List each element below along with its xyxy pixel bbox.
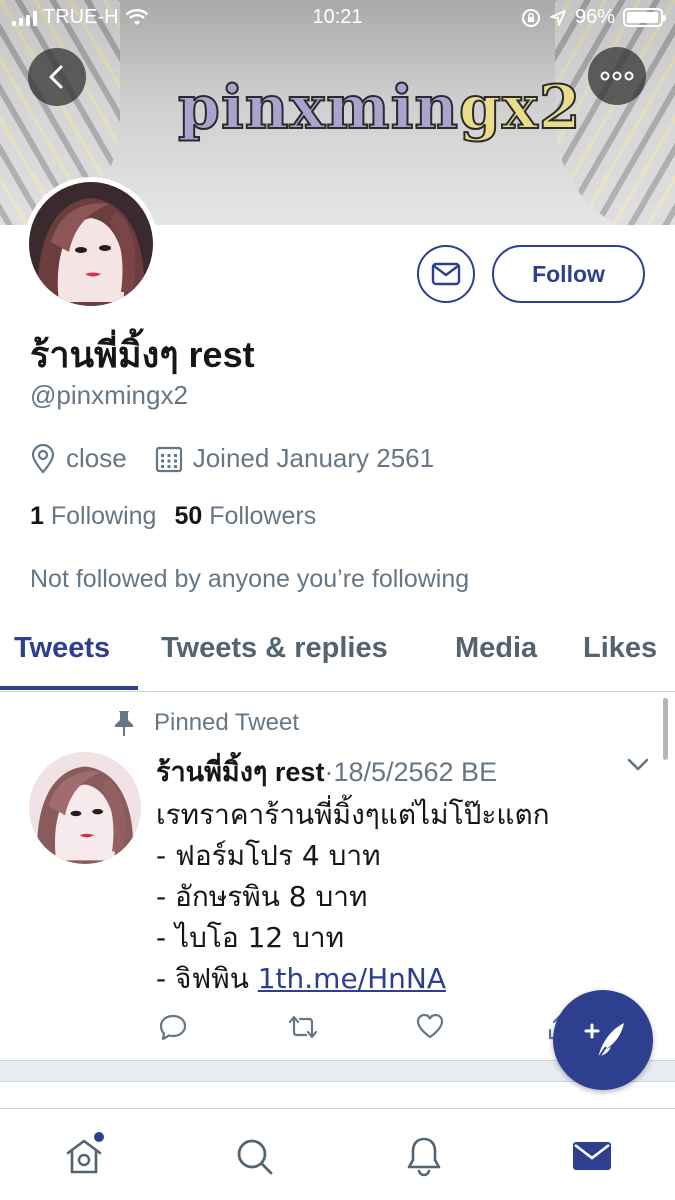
nav-search[interactable] xyxy=(232,1134,276,1178)
following-count: 1 xyxy=(30,502,44,530)
active-tab-indicator xyxy=(0,686,138,690)
nav-home[interactable] xyxy=(62,1132,106,1178)
follow-stats: 1 Following 50 Followers xyxy=(30,502,316,531)
tweet-line: เรทราคาร้านพี่มิ้งๆแต่ไม่โป๊ะแตก xyxy=(156,798,550,831)
tweet-line: - อักษรพิน 8 บาท xyxy=(156,880,368,913)
profile-tabs: Tweets Tweets & replies Media Likes xyxy=(0,618,675,692)
tweet-text: เรทราคาร้านพี่มิ้งๆแต่ไม่โป๊ะแตก - ฟอร์ม… xyxy=(156,794,550,999)
avatar-image xyxy=(29,182,153,306)
like-icon xyxy=(416,1013,444,1039)
calendar-icon xyxy=(155,445,183,473)
pinned-label: Pinned Tweet xyxy=(112,709,299,737)
tweet-line: - ฟอร์มโปร 4 บาท xyxy=(156,839,381,872)
tweet-header: ร้านพี่มิ้งๆ rest·18/5/2562 BE xyxy=(156,750,497,793)
tab-media[interactable]: Media xyxy=(455,632,537,665)
tweet-author[interactable]: ร้านพี่มิ้งๆ rest xyxy=(156,757,324,787)
tweet-line: - จิฟพิน 1th.me/HnNA xyxy=(156,958,550,999)
location-icon xyxy=(30,443,56,474)
search-icon xyxy=(237,1139,273,1175)
tab-likes[interactable]: Likes xyxy=(583,632,657,665)
followers-link[interactable]: 50 Followers xyxy=(174,502,316,530)
follow-button[interactable]: Follow xyxy=(492,245,645,303)
rotation-lock-icon xyxy=(521,8,540,27)
tweet-date: 18/5/2562 BE xyxy=(333,757,498,787)
retweet-icon xyxy=(288,1015,318,1039)
home-notification-dot xyxy=(94,1132,104,1142)
profile-avatar[interactable] xyxy=(24,177,158,311)
pinned-text: Pinned Tweet xyxy=(154,709,299,736)
followed-by-note: Not followed by anyone you’re following xyxy=(30,565,470,593)
nav-notifications[interactable] xyxy=(402,1134,446,1178)
location-arrow-icon xyxy=(550,9,566,26)
following-link[interactable]: 1 Following xyxy=(30,502,156,530)
pin-icon xyxy=(115,711,133,736)
nav-messages[interactable] xyxy=(570,1134,614,1178)
battery-icon xyxy=(623,8,666,27)
tweet-menu-button[interactable] xyxy=(626,757,650,777)
followers-count: 50 xyxy=(174,502,203,530)
tweet-line-prefix: - จิฟพิน xyxy=(156,962,258,995)
tweet-actions xyxy=(156,1012,576,1046)
mail-icon xyxy=(431,262,461,286)
tweet-link[interactable]: 1th.me/HnNA xyxy=(258,962,446,995)
scrollbar[interactable] xyxy=(663,698,668,760)
banner-logo: pinxmingx2 xyxy=(177,73,582,143)
user-handle: @pinxmingx2 xyxy=(30,380,188,410)
bottom-nav xyxy=(0,1110,675,1200)
bell-icon xyxy=(407,1137,441,1177)
display-name: ร้านพี่มิ้งๆ rest xyxy=(30,334,255,375)
followers-label: Followers xyxy=(209,502,317,530)
more-options-button[interactable] xyxy=(588,47,646,105)
tab-tweets[interactable]: Tweets xyxy=(14,632,110,665)
following-label: Following xyxy=(50,502,157,530)
like-button[interactable] xyxy=(415,1012,445,1044)
profile-location: close xyxy=(66,443,127,473)
next-tweet-border xyxy=(0,1108,675,1109)
compose-icon xyxy=(584,1023,624,1061)
joined-date: Joined January 2561 xyxy=(192,443,435,473)
mail-icon xyxy=(573,1142,611,1170)
back-button[interactable] xyxy=(28,48,86,106)
battery-percent: 96% xyxy=(574,6,615,28)
retweet-button[interactable] xyxy=(286,1012,320,1046)
profile-meta: close Joined January 2561 xyxy=(30,443,434,474)
tweet-line: - ไบโอ 12 บาท xyxy=(156,921,345,954)
reply-icon xyxy=(159,1014,187,1041)
tab-tweets-replies[interactable]: Tweets & replies xyxy=(161,632,388,665)
more-icon xyxy=(600,71,634,81)
message-button[interactable] xyxy=(417,245,475,303)
compose-tweet-button[interactable] xyxy=(553,990,653,1090)
back-icon xyxy=(49,65,63,89)
status-bar: TRUE-H 10:21 96% xyxy=(0,0,675,36)
reply-button[interactable] xyxy=(158,1012,188,1046)
tweet-avatar[interactable] xyxy=(29,752,141,864)
chevron-down-icon xyxy=(627,758,649,771)
